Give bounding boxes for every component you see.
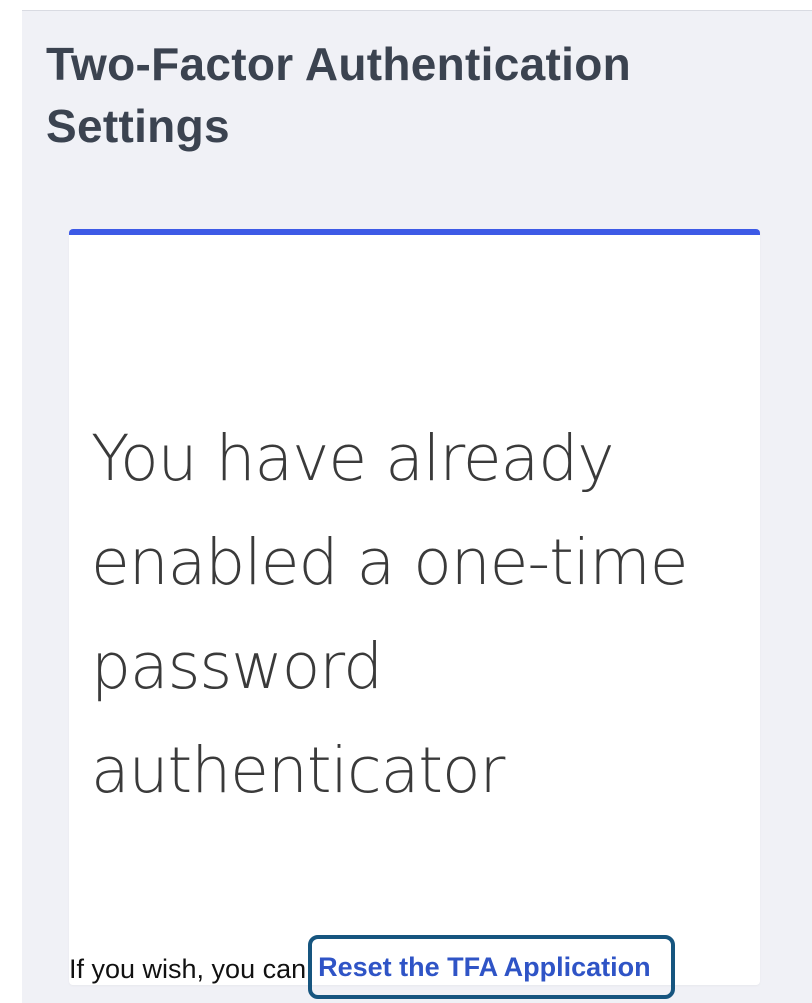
reset-tfa-prefix: If you wish, you can [69, 954, 307, 984]
page-title: Two-Factor Authentication Settings [46, 38, 632, 152]
reset-tfa-line: If you wish, you can Reset the TFA Applic… [69, 935, 675, 1001]
settings-page: Two-Factor Authentication Settings You h… [22, 10, 812, 1003]
tfa-status-card: You have already enabled a one-time pass… [69, 229, 760, 999]
tfa-status-message: You have already enabled a one-time pass… [91, 422, 689, 807]
reset-tfa-link[interactable]: Reset the TFA Application [308, 935, 675, 999]
